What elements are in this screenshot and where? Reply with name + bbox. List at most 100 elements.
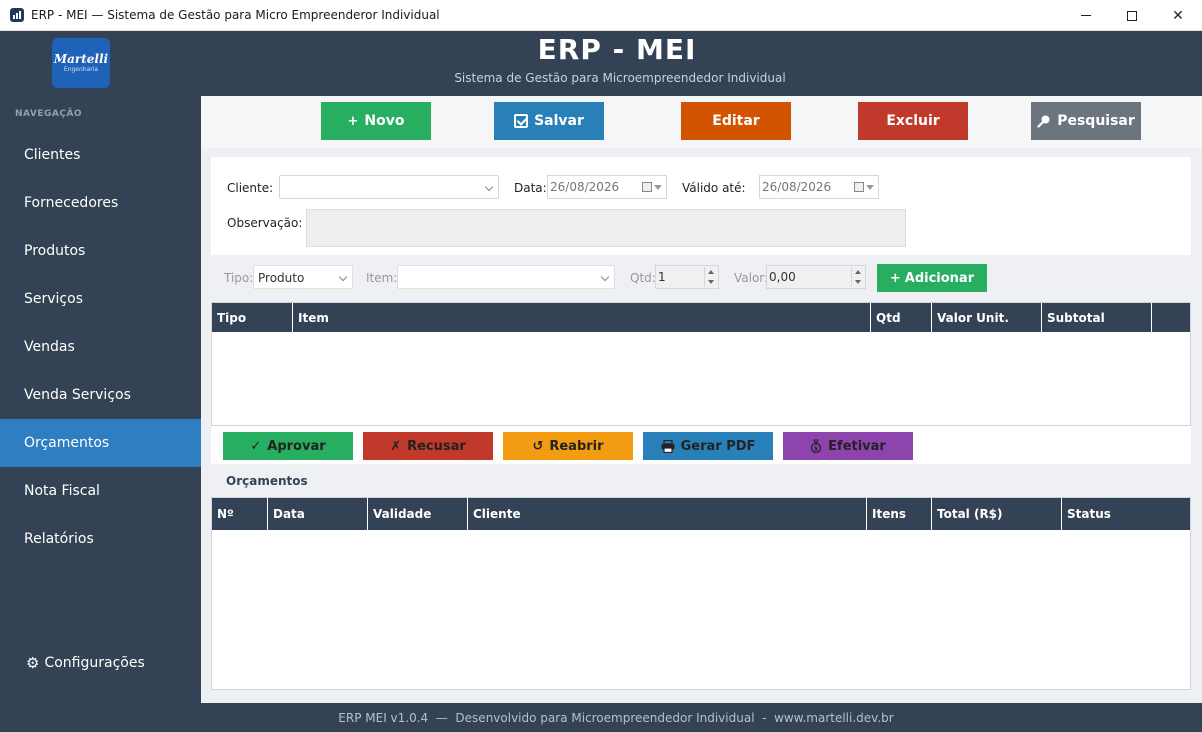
calendar-icon	[854, 182, 864, 192]
svg-text:$: $	[814, 446, 818, 453]
salvar-label: Salvar	[534, 113, 584, 129]
column-header-tipo[interactable]: Tipo	[212, 303, 293, 332]
reabrir-button[interactable]: ↺ Reabrir	[503, 432, 633, 460]
column-header-subtotal[interactable]: Subtotal	[1042, 303, 1152, 332]
spin-down-icon[interactable]	[851, 277, 864, 287]
reload-icon: ↺	[532, 438, 544, 454]
dropdown-arrow-icon	[654, 185, 662, 190]
sidebar-section-title: NAVEGAÇÃO	[15, 109, 83, 119]
orcamentos-table-header: Nº Data Validade Cliente Itens Total (R$…	[212, 498, 1190, 530]
sidebar-item-relatorios[interactable]: Relatórios	[0, 515, 201, 563]
salvar-button[interactable]: Salvar	[494, 102, 604, 140]
check-icon: ✓	[250, 438, 262, 454]
item-label: Item:	[366, 271, 398, 285]
items-table-header: Tipo Item Qtd Valor Unit. Subtotal	[212, 303, 1190, 332]
sidebar-item-produtos[interactable]: Produtos	[0, 227, 201, 275]
action-bar: ✓ Aprovar ✗ Recusar ↺ Reabrir Gerar PDF …	[211, 426, 1191, 464]
data-date-picker[interactable]: 26/08/2026	[547, 175, 667, 199]
editar-label: Editar	[712, 113, 760, 129]
orcamentos-section-title: Orçamentos	[226, 474, 308, 488]
adicionar-button[interactable]: + Adicionar	[877, 264, 987, 292]
status-footer: ERP MEI v1.0.4 — Desenvolvido para Micro…	[0, 703, 1202, 732]
x-icon: ✗	[390, 438, 402, 454]
orcamentos-table: Nº Data Validade Cliente Itens Total (R$…	[211, 497, 1191, 690]
qtd-value: 1	[658, 270, 666, 284]
valido-date-picker[interactable]: 26/08/2026	[759, 175, 879, 199]
valor-spinbox[interactable]: 0,00	[766, 265, 866, 289]
plus-icon: +	[347, 113, 359, 129]
sidebar-item-nota-fiscal[interactable]: Nota Fiscal	[0, 467, 201, 515]
calendar-icon	[642, 182, 652, 192]
column-header-item[interactable]: Item	[293, 303, 871, 332]
editar-button[interactable]: Editar	[681, 102, 791, 140]
tipo-select[interactable]: Produto	[253, 265, 353, 289]
item-select[interactable]	[397, 265, 615, 289]
column-header-qtd[interactable]: Qtd	[871, 303, 932, 332]
close-icon: ✕	[1172, 7, 1184, 24]
sidebar-item-label: Produtos	[24, 243, 86, 259]
aprovar-button[interactable]: ✓ Aprovar	[223, 432, 353, 460]
maximize-button[interactable]	[1109, 0, 1155, 31]
gear-icon: ⚙	[26, 654, 40, 672]
column-header-status[interactable]: Status	[1062, 498, 1190, 530]
sidebar-item-venda-servicos[interactable]: Venda Serviços	[0, 371, 201, 419]
tipo-value: Produto	[258, 271, 305, 285]
sidebar-item-configuracoes[interactable]: ⚙ Configurações	[26, 654, 145, 672]
aprovar-label: Aprovar	[267, 438, 326, 454]
footer-text: ERP MEI v1.0.4 — Desenvolvido para Micro…	[338, 710, 894, 725]
column-header-valor-unit[interactable]: Valor Unit.	[932, 303, 1042, 332]
gerar-pdf-button[interactable]: Gerar PDF	[643, 432, 773, 460]
pesquisar-label: Pesquisar	[1057, 113, 1135, 129]
valido-value: 26/08/2026	[762, 180, 832, 194]
app-header: Martelli Engenharia ERP - MEI Sistema de…	[0, 31, 1202, 96]
sidebar-item-vendas[interactable]: Vendas	[0, 323, 201, 371]
qtd-spinbox[interactable]: 1	[655, 265, 719, 289]
excluir-button[interactable]: Excluir	[858, 102, 968, 140]
novo-button[interactable]: + Novo	[321, 102, 431, 140]
minimize-icon	[1081, 15, 1091, 16]
observacao-textarea[interactable]	[306, 209, 906, 247]
close-button[interactable]: ✕	[1155, 0, 1201, 31]
minimize-button[interactable]	[1063, 0, 1109, 31]
sidebar-item-clientes[interactable]: Clientes	[0, 131, 201, 179]
column-header-data[interactable]: Data	[268, 498, 368, 530]
observacao-label: Observação:	[227, 216, 303, 230]
tipo-label: Tipo:	[224, 271, 254, 285]
spin-up-icon[interactable]	[704, 267, 717, 277]
spin-up-icon[interactable]	[851, 267, 864, 277]
window-title: ERP - MEI — Sistema de Gestão para Micro…	[31, 8, 440, 22]
recusar-label: Recusar	[407, 438, 466, 454]
sidebar-item-fornecedores[interactable]: Fornecedores	[0, 179, 201, 227]
item-entry-row: Tipo: Produto Item: Qtd: 1 Valor: 0,00 +…	[211, 260, 1191, 298]
qtd-label: Qtd:	[630, 271, 656, 285]
app-subtitle: Sistema de Gestão para Microempreendedor…	[454, 71, 786, 85]
column-header-validade[interactable]: Validade	[368, 498, 468, 530]
excluir-label: Excluir	[886, 113, 940, 129]
column-header-cliente[interactable]: Cliente	[468, 498, 867, 530]
sidebar-item-label: Vendas	[24, 339, 75, 355]
column-header-numero[interactable]: Nº	[212, 498, 268, 530]
efetivar-label: Efetivar	[828, 438, 886, 454]
sidebar-item-servicos[interactable]: Serviços	[0, 275, 201, 323]
recusar-button[interactable]: ✗ Recusar	[363, 432, 493, 460]
valor-label: Valor:	[734, 271, 769, 285]
pesquisar-button[interactable]: Pesquisar	[1031, 102, 1141, 140]
app-icon	[10, 8, 24, 22]
dropdown-arrow-icon	[866, 185, 874, 190]
printer-icon	[661, 439, 674, 453]
efetivar-button[interactable]: $ Efetivar	[783, 432, 913, 460]
column-header-total[interactable]: Total (R$)	[932, 498, 1062, 530]
items-table: Tipo Item Qtd Valor Unit. Subtotal	[211, 302, 1191, 426]
app-title: ERP - MEI	[537, 33, 697, 66]
sidebar-item-orcamentos[interactable]: Orçamentos	[0, 419, 201, 467]
cliente-select[interactable]	[279, 175, 499, 199]
sidebar-item-label: Nota Fiscal	[24, 483, 100, 499]
novo-label: Novo	[364, 113, 405, 129]
spin-down-icon[interactable]	[704, 277, 717, 287]
main-content: + Novo Salvar Editar Excluir Pesquisar C…	[201, 96, 1202, 703]
gerar-pdf-label: Gerar PDF	[680, 438, 756, 454]
orcamento-form: Cliente: Data: 26/08/2026 Válido até: 26…	[211, 157, 1191, 255]
sidebar: NAVEGAÇÃO Clientes Fornecedores Produtos…	[0, 96, 201, 703]
reabrir-label: Reabrir	[549, 438, 604, 454]
column-header-itens[interactable]: Itens	[867, 498, 932, 530]
